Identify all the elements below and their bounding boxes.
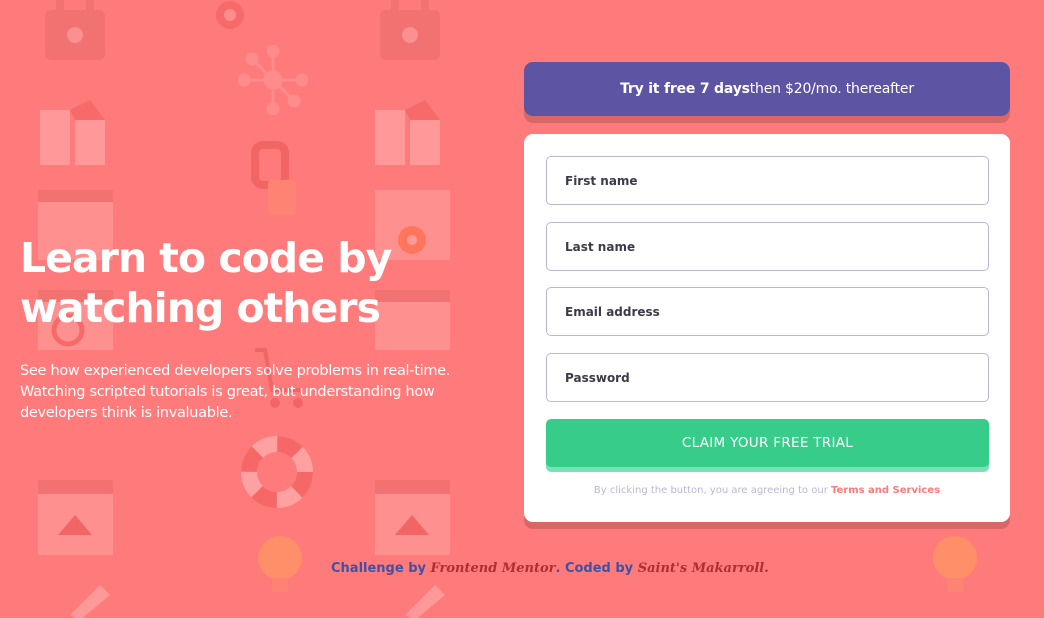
frontend-mentor-link[interactable]: Frontend Mentor <box>431 561 556 576</box>
email-field[interactable]: Email address <box>546 287 989 336</box>
last-name-field[interactable]: Last name <box>546 222 989 271</box>
rocket-icon <box>405 585 445 618</box>
hero-title-line2: watching others <box>20 284 381 332</box>
first-name-field[interactable]: First name <box>546 156 989 205</box>
browser-window-icon <box>375 100 440 165</box>
gear-icon <box>216 1 244 29</box>
promo-bold-text: Try it free 7 days <box>620 81 750 97</box>
password-field[interactable]: Password <box>546 353 989 402</box>
rocket-icon <box>70 585 110 618</box>
lifebuoy-icon <box>241 436 313 508</box>
signup-form: First name Last name Email address Passw… <box>524 134 1010 522</box>
network-icon <box>238 45 308 115</box>
browser-window-icon <box>375 480 450 555</box>
claim-trial-button[interactable]: CLAIM YOUR FREE TRIAL <box>546 419 989 467</box>
hero-title: Learn to code by watching others <box>20 233 490 333</box>
browser-window-icon <box>40 100 105 165</box>
hero-title-line1: Learn to code by <box>20 234 392 282</box>
padlock-icon <box>380 0 440 60</box>
padlock-icon <box>45 0 105 60</box>
hero-description: See how experienced developers solve pro… <box>20 363 451 421</box>
terms-prefix: By clicking the button, you are agreeing… <box>593 485 831 496</box>
footer-challenge-by: Challenge by <box>331 561 431 576</box>
lightbulb-icon <box>258 536 302 592</box>
author-link[interactable]: Saint's Makarroll. <box>638 561 769 576</box>
attribution-footer: Challenge by Frontend Mentor. Coded by S… <box>331 561 769 576</box>
padlock-icon <box>251 141 296 215</box>
promo-rest-text: then $20/mo. thereafter <box>749 81 914 97</box>
promo-banner: Try it free 7 days then $20/mo. thereafte… <box>524 62 1010 116</box>
footer-coded-by: . Coded by <box>555 561 638 576</box>
lightbulb-icon <box>933 536 977 592</box>
terms-notice: By clicking the button, you are agreeing… <box>524 485 1010 496</box>
browser-window-icon <box>38 480 113 555</box>
hero-section: Learn to code by watching others See how… <box>20 233 490 424</box>
terms-link[interactable]: Terms and Services <box>831 485 940 496</box>
